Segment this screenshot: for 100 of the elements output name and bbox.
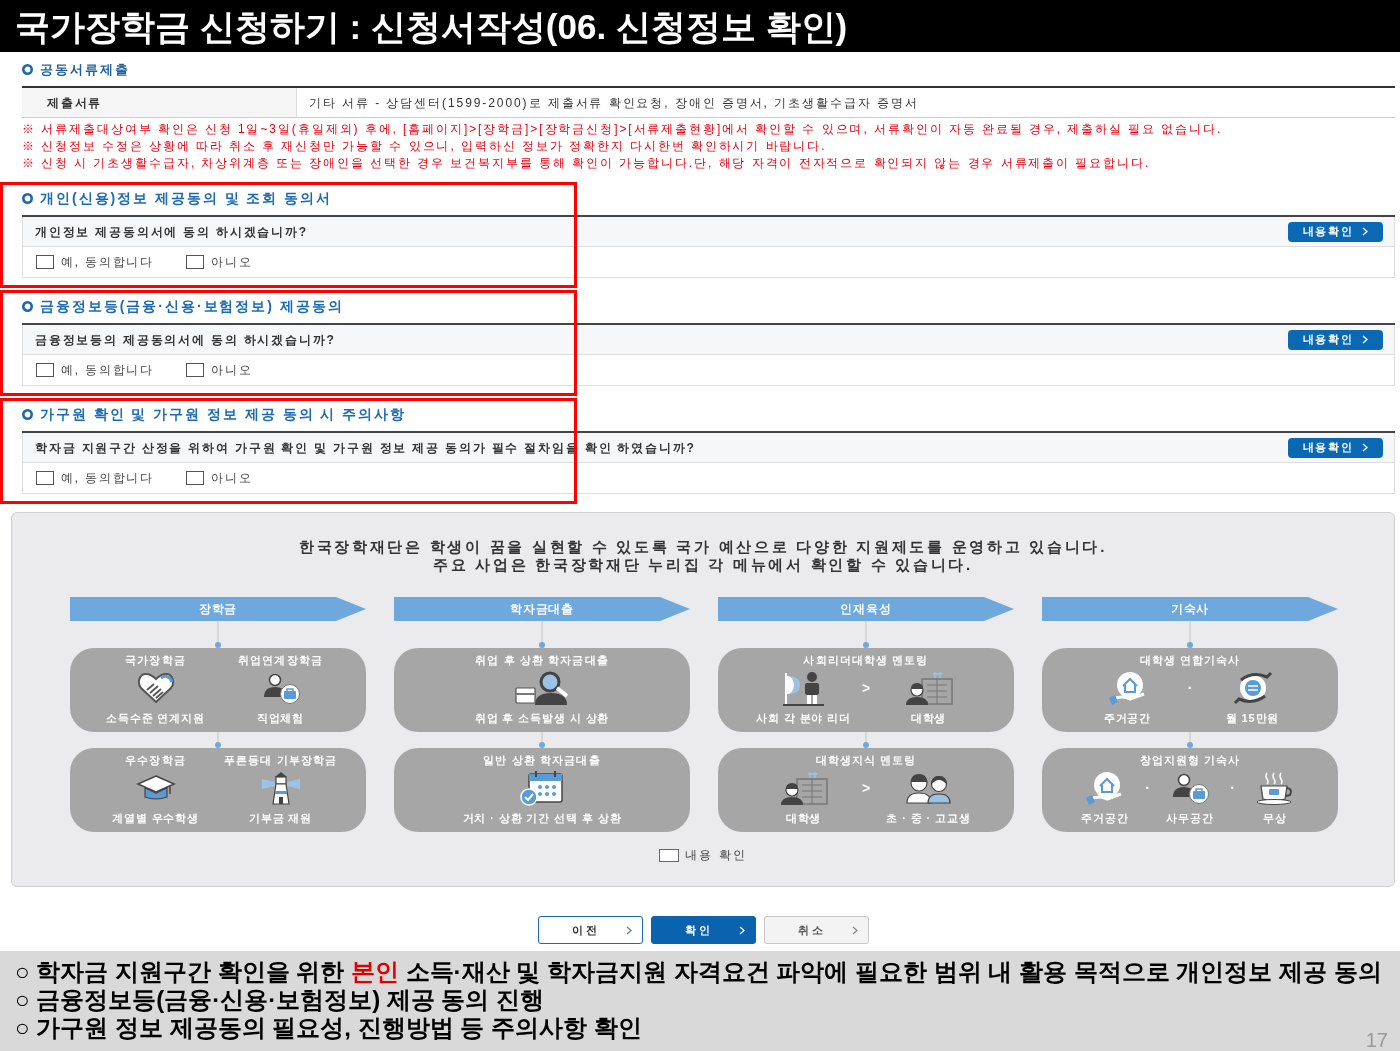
connector-line [215,621,221,648]
ring-icon [22,192,33,204]
lighthouse-icon [260,771,301,805]
graduation-cap-icon [135,774,176,802]
connector-line [539,732,545,748]
card-title: 취업 후 상환 학자금대출 [475,653,609,667]
item-title: 취업연계장학금 [238,653,323,667]
handshake-heart-icon [135,673,176,703]
checkbox-label: 예, 동의합니다 [61,254,155,271]
cancel-button[interactable]: 취소 [764,916,869,944]
view-content-button[interactable]: 내용확인 [1288,437,1383,458]
connector-line [215,732,221,748]
item-caption: 기부금 재원 [248,811,313,825]
section-heading: 가구원 확인 및 가구원 정보 제공 동의 시 주의사항 [40,407,406,421]
chevron-right-icon [626,925,632,935]
question-text: 금융정보등의 제공동의서에 동의 하시겠습니까? [35,331,336,349]
item-title: 국가장학금 [125,653,186,667]
checkbox[interactable] [186,471,204,485]
section-heading: 개인(신용)정보 제공동의 및 조회 동의서 [40,191,332,205]
ring-icon [22,408,33,420]
item-caption: 대학생 [785,811,822,825]
checkbox[interactable] [186,255,204,269]
page-number: 17 [1365,1030,1388,1050]
item-caption: 사회 각 분야 리더 [756,711,851,725]
slide-title: 국가장학금 신청하기 : 신청서작성(06. 신청정보 확인) [15,8,848,44]
summary-text: ○ 학자금 지원구간 확인을 위한 본인 소득·재산 및 학자금지원 자격요건 파악에 필요한 범위 내 활용 목적으로 개인정보 제공 동의 [15,958,1382,986]
previous-button[interactable]: 이전 [538,916,643,944]
item-title: 우수장학금 [125,753,186,767]
connector-line [863,732,869,748]
notice-text: ※ 신청정보 수정은 상황에 따라 취소 후 재신청만 가능할 수 있으니, 입력하신 정보가 정확한지 다시한번 확인하시기 바랍니다. [22,138,827,155]
item-caption: 주거공간 [1103,711,1152,725]
students-icon [904,772,953,804]
item-caption: 거치 · 상환 기간 선택 후 상환 [462,811,622,825]
checkbox-label: 아니오 [211,470,253,487]
checkbox[interactable] [36,255,54,269]
notice-text: ※ 서류제출대상여부 확인은 신청 1일~3일(휴일제외) 후에, [홈페이지]>[장학금]>[장학금신청]>[서류제출현황]에서 확인할 수 있으며, 서류확인이 자동 완료될 경우, 제출하실 필요 없습니다. [22,121,1223,138]
connector-line [539,621,545,648]
person-briefcase-icon [1170,772,1210,804]
category-banner: 학자금대출 [394,597,690,621]
checkbox[interactable] [36,363,54,377]
briefcase-magnifier-icon [515,671,569,705]
card-title: 사회리더대학생 멘토링 [803,653,929,667]
chevron-right-icon [1362,335,1369,344]
student-building-icon [779,771,828,805]
item-caption: 취업 후 소득발생 시 상환 [474,711,610,725]
card-title: 대학생지식 멘토링 [815,753,917,767]
checkbox-label: 아니오 [211,254,253,271]
question-text: 개인정보 제공동의서에 동의 하시겠습니까? [35,223,308,241]
connector-line [863,621,869,648]
checkbox-label: 내용 확인 [684,847,748,864]
item-caption: 초 · 중 · 고교생 [886,811,971,825]
item-caption: 계열별 우수학생 [111,811,200,825]
category-banner: 장학금 [70,597,366,621]
item-caption: 무상 [1263,811,1287,825]
checkbox-label: 아니오 [211,362,253,379]
category-banner: 인재육성 [718,597,1014,621]
flag-person-icon [781,670,826,706]
separator-mark: > [860,681,872,695]
item-caption: 대학생 [910,711,947,725]
checkbox[interactable] [36,471,54,485]
ring-icon [22,300,33,312]
confirm-button[interactable]: 확인 [651,916,756,944]
item-caption: 주거공간 [1081,811,1129,825]
section-heading: 금융정보등(금융·신용·보험정보) 제공동의 [40,299,344,313]
chevron-right-icon [1362,227,1369,236]
section-heading: 공동서류제출 [40,62,130,76]
table-header-cell: 제출서류 [22,88,297,117]
intro-text: 주요 사업은 한국장학재단 누리집 각 메뉴에서 확인할 수 있습니다. [433,556,973,574]
chevron-right-icon [739,925,745,935]
item-caption: 월 15만원 [1225,711,1280,725]
checkbox[interactable] [186,363,204,377]
item-caption: 소득수준 연계지원 [106,711,205,725]
ring-icon [22,63,33,75]
separator-mark: · [1144,781,1151,795]
item-caption: 사무공간 [1166,811,1214,825]
student-building-icon [904,671,953,705]
card-title: 대학생 연합기숙사 [1139,653,1241,667]
chevron-right-icon [852,925,858,935]
chevron-right-icon [1362,443,1369,452]
connector-line [1187,621,1193,648]
checkbox[interactable] [658,848,679,862]
calendar-check-icon [520,770,564,806]
item-caption: 직업체험 [256,711,305,725]
table-cell-text: 기타 서류 - 상담센터(1599-2000)로 제출서류 확인요청, 장애인 증명서, 기초생활수급자 증명서 [308,94,920,112]
view-content-button[interactable]: 내용확인 [1288,221,1383,242]
summary-text: ○ 금융정보등(금융·신용·보험정보) 제공 동의 진행 [15,986,545,1014]
view-content-button[interactable]: 내용확인 [1288,329,1383,350]
category-banner: 기숙사 [1042,597,1338,621]
coin-hands-icon [1232,671,1273,705]
checkbox-label: 예, 동의합니다 [61,470,155,487]
notice-text: ※ 신청 시 기초생활수급자, 차상위계층 또는 장애인을 선택한 경우 보건복지부를 통해 확인이 가능합니다.단, 해당 자격이 전자적으로 확인되지 않는 경우 서류제출이 필요합니다. [22,155,1151,172]
separator-mark: > [860,781,872,795]
summary-text: ○ 가구원 정보 제공동의 필요성, 진행방법 등 주의사항 확인 [15,1014,642,1042]
connector-line [1187,732,1193,748]
intro-text: 한국장학재단은 학생이 꿈을 실현할 수 있도록 국가 예산으로 다양한 지원제도를 운영하고 있습니다. [298,538,1108,556]
separator-mark: · [1229,781,1236,795]
checkbox-label: 예, 동의합니다 [61,362,155,379]
separator-mark: · [1186,681,1194,695]
steaming-cup-icon [1255,771,1295,805]
card-title: 창업지원형 기숙사 [1139,753,1241,767]
